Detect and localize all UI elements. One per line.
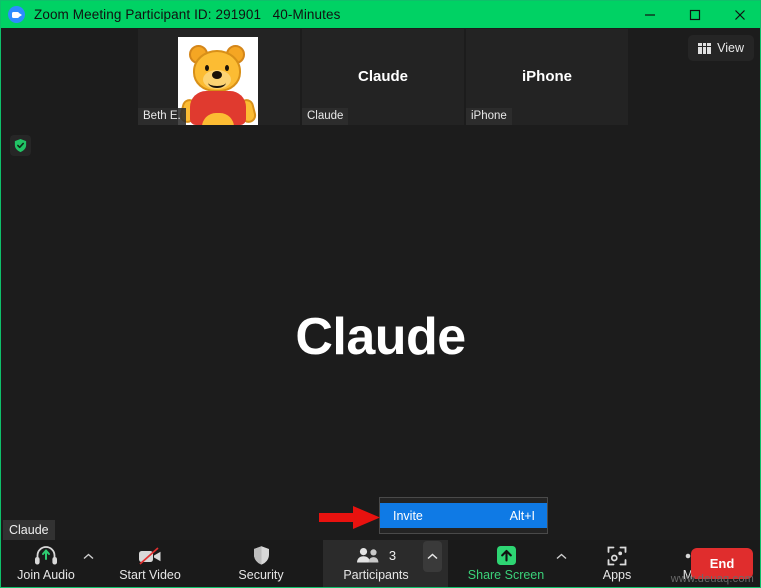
share-screen-up-arrow-icon bbox=[493, 545, 520, 566]
participants-group: 3 Participants bbox=[323, 540, 448, 587]
participants-count: 3 bbox=[388, 548, 397, 563]
video-camera-off-icon bbox=[137, 545, 163, 566]
thumbnail-center-name: Claude bbox=[357, 68, 408, 85]
zoom-camera-icon bbox=[8, 6, 25, 23]
encryption-status-badge[interactable] bbox=[10, 135, 31, 156]
layout-grid-icon bbox=[698, 42, 712, 54]
join-audio-label: Join Audio bbox=[17, 568, 75, 582]
stage-name-tag: Claude bbox=[3, 520, 55, 540]
window-title: Zoom Meeting Participant ID: 291901 40-M… bbox=[34, 7, 341, 22]
thumbnail-name-tag: Beth E. bbox=[138, 108, 186, 125]
participant-thumbnail-strip: Beth E. Claude Claude iPhone iPhone bbox=[138, 29, 628, 125]
join-audio-button[interactable]: Join Audio bbox=[13, 540, 79, 587]
meeting-toolbar: Join Audio Start Video Security 3 Partic… bbox=[1, 540, 760, 587]
window-controls bbox=[627, 1, 760, 28]
start-video-button[interactable]: Start Video bbox=[111, 540, 189, 587]
maximize-button[interactable] bbox=[672, 1, 717, 28]
view-button-label: View bbox=[717, 41, 744, 55]
participants-label: Participants bbox=[343, 568, 409, 582]
apps-label: Apps bbox=[602, 568, 632, 582]
thumbnail-tile-iphone[interactable]: iPhone iPhone bbox=[466, 29, 628, 125]
participants-context-menu: Invite Alt+I bbox=[379, 497, 548, 534]
thumbnail-name-tag: Claude bbox=[302, 108, 349, 125]
title-bar: Zoom Meeting Participant ID: 291901 40-M… bbox=[1, 1, 760, 28]
shield-check-icon bbox=[14, 138, 27, 153]
security-button[interactable]: Security bbox=[225, 540, 297, 587]
share-screen-label: Share Screen bbox=[467, 568, 545, 582]
end-meeting-label: End bbox=[709, 556, 735, 571]
thumbnail-name-tag: iPhone bbox=[466, 108, 512, 125]
winnie-the-pooh-avatar bbox=[178, 37, 258, 125]
thumbnail-tile-beth[interactable]: Beth E. bbox=[138, 29, 300, 125]
menu-item-invite-shortcut: Alt+I bbox=[509, 508, 535, 523]
share-screen-button[interactable]: Share Screen bbox=[460, 540, 552, 587]
minimize-button[interactable] bbox=[627, 1, 672, 28]
apps-bracket-icon bbox=[606, 545, 628, 566]
participants-button[interactable]: 3 Participants bbox=[333, 540, 419, 587]
thumbnail-tile-claude[interactable]: Claude Claude bbox=[302, 29, 464, 125]
zoom-meeting-window: Zoom Meeting Participant ID: 291901 40-M… bbox=[0, 0, 761, 588]
menu-item-invite-label: Invite bbox=[393, 508, 423, 523]
view-button[interactable]: View bbox=[688, 35, 754, 61]
thumbnail-center-name: iPhone bbox=[521, 68, 572, 85]
participants-chevron-up-icon[interactable] bbox=[423, 541, 442, 572]
close-button[interactable] bbox=[717, 1, 760, 28]
site-watermark: www.deuaq.com bbox=[670, 573, 754, 585]
join-audio-chevron-up-icon[interactable] bbox=[79, 542, 97, 572]
people-icon: 3 bbox=[356, 545, 396, 566]
menu-item-invite[interactable]: Invite Alt+I bbox=[380, 503, 547, 528]
start-video-label: Start Video bbox=[119, 568, 181, 582]
headset-join-audio-icon bbox=[34, 545, 58, 566]
security-label: Security bbox=[238, 568, 284, 582]
active-speaker-name: Claude bbox=[295, 308, 466, 366]
shield-icon bbox=[252, 545, 271, 566]
share-screen-chevron-up-icon[interactable] bbox=[552, 542, 570, 572]
red-right-arrow bbox=[319, 506, 380, 529]
apps-button[interactable]: Apps bbox=[588, 540, 646, 587]
